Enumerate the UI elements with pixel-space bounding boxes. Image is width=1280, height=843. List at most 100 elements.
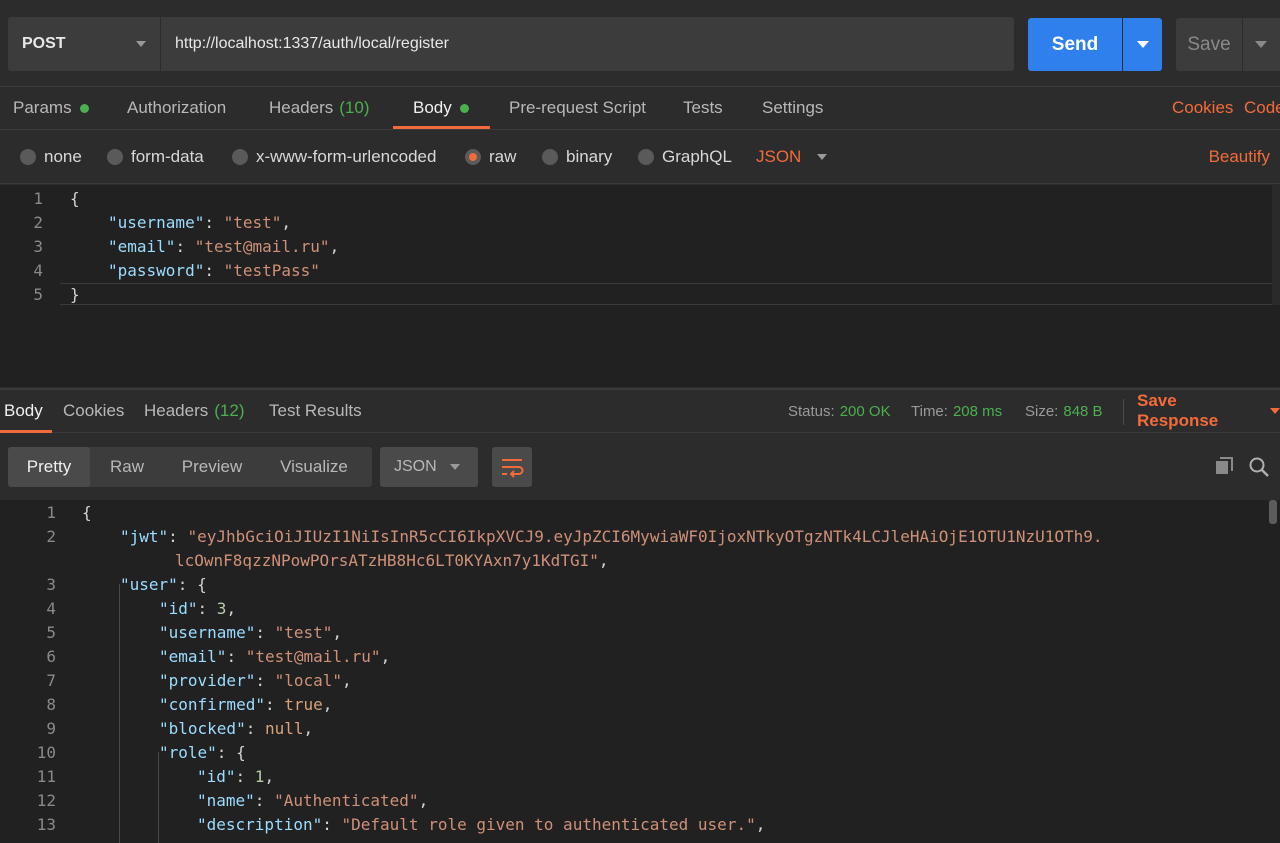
search-icon[interactable] <box>1248 456 1270 478</box>
viewer-scrollbar[interactable] <box>1269 500 1277 524</box>
headers-count: (10) <box>339 98 370 117</box>
time-value: 208 ms <box>952 402 1003 420</box>
code-line: 12 "name": "Authenticated", <box>0 788 428 812</box>
send-dropdown-button[interactable] <box>1123 18 1162 71</box>
size-label: Size: <box>1025 402 1059 420</box>
url-input[interactable]: http://localhost:1337/auth/local/registe… <box>161 17 1014 71</box>
view-visualize[interactable]: Visualize <box>260 447 368 487</box>
radio-form-data-label: form-data <box>131 147 204 166</box>
json-key: "name" <box>197 790 255 810</box>
code-token: , <box>598 550 609 570</box>
code-token: , <box>418 790 429 810</box>
response-header: Body Cookies Headers (12) Test Results St… <box>0 388 1280 433</box>
code-token: , <box>329 236 340 256</box>
line-number: 13 <box>36 814 56 834</box>
method-select[interactable]: POST <box>8 17 160 71</box>
url-bar: POST http://localhost:1337/auth/local/re… <box>0 0 1280 86</box>
request-tabs: Params Authorization Headers (10) Body Pr… <box>0 86 1280 130</box>
code-link[interactable]: Code <box>1244 87 1280 129</box>
radio-icon <box>107 149 123 165</box>
code-line: 13 "description": "Default role given to … <box>0 812 766 836</box>
code-line: 5 "username": "test", <box>0 620 342 644</box>
code-line: 1{ <box>0 500 92 524</box>
radio-graphql[interactable]: GraphQL <box>638 130 732 184</box>
json-value: "local" <box>274 670 343 690</box>
method-label: POST <box>22 35 66 52</box>
code-token: , <box>342 670 352 690</box>
radio-icon <box>20 149 36 165</box>
radio-form-data[interactable]: form-data <box>107 130 204 184</box>
code-line: 6 "email": "test@mail.ru", <box>0 644 390 668</box>
json-value: 3 <box>216 598 227 618</box>
line-number: 10 <box>36 742 56 762</box>
request-body-editor[interactable]: 1{ 2 "username": "test", 3 "email": "test@… <box>0 185 1280 387</box>
code-token: , <box>226 598 237 618</box>
code-token: , <box>380 646 391 666</box>
radio-raw[interactable]: raw <box>465 130 516 184</box>
code-line: 2 "jwt": "eyJhbGciOiJIUzI1NiIsInR5cCI6Ikp… <box>0 524 1102 548</box>
json-value: "test@mail.ru" <box>194 236 330 256</box>
radio-selected-icon <box>465 149 481 165</box>
send-button[interactable]: Send <box>1028 18 1122 71</box>
tab-params-label: Params <box>13 98 72 117</box>
tab-authorization[interactable]: Authorization <box>127 87 226 129</box>
copy-icon[interactable] <box>1214 456 1234 476</box>
code-token: , <box>281 212 292 232</box>
line-number: 1 <box>33 188 43 208</box>
tab-params[interactable]: Params <box>13 87 89 129</box>
radio-urlencoded[interactable]: x-www-form-urlencoded <box>232 130 436 184</box>
response-tab-test-results[interactable]: Test Results <box>269 390 362 432</box>
json-value: lcOwnF8qzzNPowPOrsATzHB8Hc6LT0KYAxn7y1Kd… <box>175 550 599 570</box>
tab-body[interactable]: Body <box>413 87 469 129</box>
code-token: , <box>303 718 314 738</box>
json-key: "username" <box>159 622 256 642</box>
view-preview[interactable]: Preview <box>164 447 260 487</box>
view-raw[interactable]: Raw <box>90 447 164 487</box>
response-time: Time: 208 ms <box>911 390 1002 432</box>
tab-settings[interactable]: Settings <box>762 87 823 129</box>
radio-binary[interactable]: binary <box>542 130 612 184</box>
divider <box>1123 399 1124 425</box>
chevron-down-icon <box>136 41 146 47</box>
line-number: 12 <box>36 790 56 810</box>
response-format-select[interactable]: JSON <box>380 447 478 487</box>
save-button[interactable]: Save <box>1176 18 1242 71</box>
radio-none[interactable]: none <box>20 130 82 184</box>
view-pretty[interactable]: Pretty <box>8 447 90 487</box>
tab-tests[interactable]: Tests <box>683 87 723 129</box>
json-key: "jwt" <box>120 526 169 546</box>
response-headers-count: (12) <box>214 401 245 420</box>
code-line: 7 "provider": "local", <box>0 668 352 692</box>
editor-scrollbar[interactable] <box>1272 185 1280 305</box>
cookies-link[interactable]: Cookies <box>1172 87 1233 129</box>
json-value: true <box>284 694 323 714</box>
response-body-viewer[interactable]: 1{ 2 "jwt": "eyJhbGciOiJIUzI1NiIsInR5cCI6… <box>0 500 1280 843</box>
json-value: "test" <box>274 622 333 642</box>
json-key: "email" <box>108 236 176 256</box>
radio-raw-label: raw <box>489 147 517 166</box>
json-key: "username" <box>108 212 205 232</box>
beautify-button[interactable]: Beautify <box>1209 130 1270 184</box>
json-value: "testPass" <box>223 260 320 280</box>
line-number: 3 <box>33 236 43 256</box>
tab-prerequest-script[interactable]: Pre-request Script <box>509 87 646 129</box>
json-value: "Default role given to authenticated use… <box>341 814 756 834</box>
save-response-button[interactable]: Save Response <box>1137 390 1280 432</box>
response-tab-cookies[interactable]: Cookies <box>63 390 124 432</box>
wrap-lines-button[interactable] <box>492 447 532 487</box>
response-tab-headers-label: Headers <box>144 401 209 420</box>
body-format-select[interactable]: JSON <box>756 130 828 184</box>
json-value: "Authenticated" <box>274 790 419 810</box>
code-token: { <box>82 502 92 522</box>
response-tab-headers[interactable]: Headers (12) <box>144 390 245 432</box>
response-tab-body[interactable]: Body <box>4 390 43 432</box>
save-dropdown-button[interactable] <box>1243 18 1280 71</box>
json-key: "provider" <box>159 670 256 690</box>
radio-none-label: none <box>44 147 82 166</box>
tab-headers[interactable]: Headers (10) <box>269 87 370 129</box>
json-key: "password" <box>108 260 205 280</box>
code-line: 2 "username": "test", <box>0 210 291 234</box>
code-line: 4 "id": 3, <box>0 596 236 620</box>
code-token: , <box>264 766 275 786</box>
json-key: "user" <box>120 574 178 594</box>
